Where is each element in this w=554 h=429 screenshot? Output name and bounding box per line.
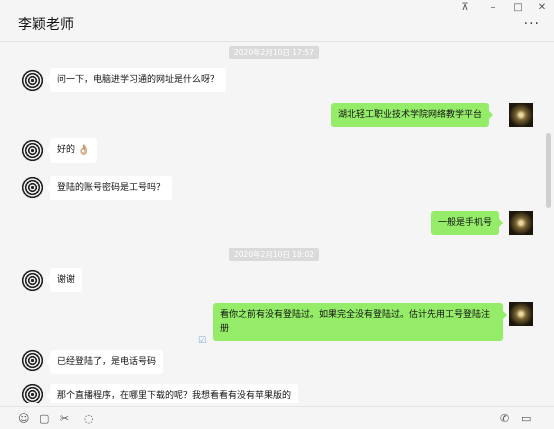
contact-avatar[interactable] [21,69,44,92]
message-bubble-outgoing[interactable]: 一般是手机号 [431,211,504,235]
my-avatar[interactable] [509,103,533,127]
message-bubble-incoming[interactable]: 谢谢 [45,268,83,292]
contact-avatar[interactable] [21,139,44,162]
read-receipt-icon: ☑ [198,336,207,346]
message-bubble-incoming[interactable]: 问一下，电脑进学习通的网址是什么呀？ [45,68,227,92]
message-bubble-outgoing[interactable]: 湖北轻工职业技术学院网络教学平台 [331,103,494,127]
chat-window: 李颖老师 ⊼ – □ ✕ ··· 2020年2月10日 17:57 问一下，电脑… [0,0,554,429]
contact-avatar[interactable] [21,176,44,199]
pin-icon[interactable]: ⊼ [455,2,475,14]
contact-avatar[interactable] [21,269,44,292]
message-bubble-outgoing[interactable]: 看你之前有没有登陆过。如果完全没有登陆过。估计先用工号登陆注册 [213,303,507,341]
emoji-icon[interactable]: ☺ [18,413,29,425]
input-toolbar: ☺ ▢ ✂ ◌ ✆ ▭ [0,406,554,429]
more-options-icon[interactable]: ··· [524,16,540,32]
message-bubble-incoming[interactable]: 那个直播程序，在哪里下载的呢？我想看看有没有苹果版的 [45,384,299,403]
maximize-button[interactable]: □ [508,2,528,14]
message-text: 好的 [57,145,76,155]
minimize-button[interactable]: – [483,2,503,14]
message-list[interactable]: 2020年2月10日 17:57 问一下，电脑进学习通的网址是什么呀？ 湖北轻工… [0,43,554,403]
my-avatar[interactable] [509,211,533,235]
scrollbar[interactable] [546,133,551,208]
video-call-icon[interactable]: ▭ [521,413,531,425]
chat-header: 李颖老师 ⊼ – □ ✕ ··· [0,0,554,42]
contact-avatar[interactable] [21,349,44,372]
scissors-icon[interactable]: ✂ [60,413,69,425]
ok-hand-emoji-icon: 👌🏼 [77,145,91,156]
timestamp: 2020年2月10日 18:02 [229,248,319,261]
phone-icon[interactable]: ✆ [500,413,509,425]
chat-history-icon[interactable]: ◌ [84,413,94,425]
timestamp: 2020年2月10日 17:57 [229,46,319,59]
contact-avatar[interactable] [21,383,44,403]
chat-title: 李颖老师 [18,17,74,33]
my-avatar[interactable] [509,302,533,326]
message-bubble-incoming[interactable]: 登陆的账号密码是工号吗？ [45,176,173,200]
message-bubble-incoming[interactable]: 好的 👌🏼 [45,138,98,163]
message-bubble-incoming[interactable]: 已经登陆了，是电话号码 [45,350,164,374]
close-button[interactable]: ✕ [532,2,552,14]
folder-icon[interactable]: ▢ [39,413,49,425]
